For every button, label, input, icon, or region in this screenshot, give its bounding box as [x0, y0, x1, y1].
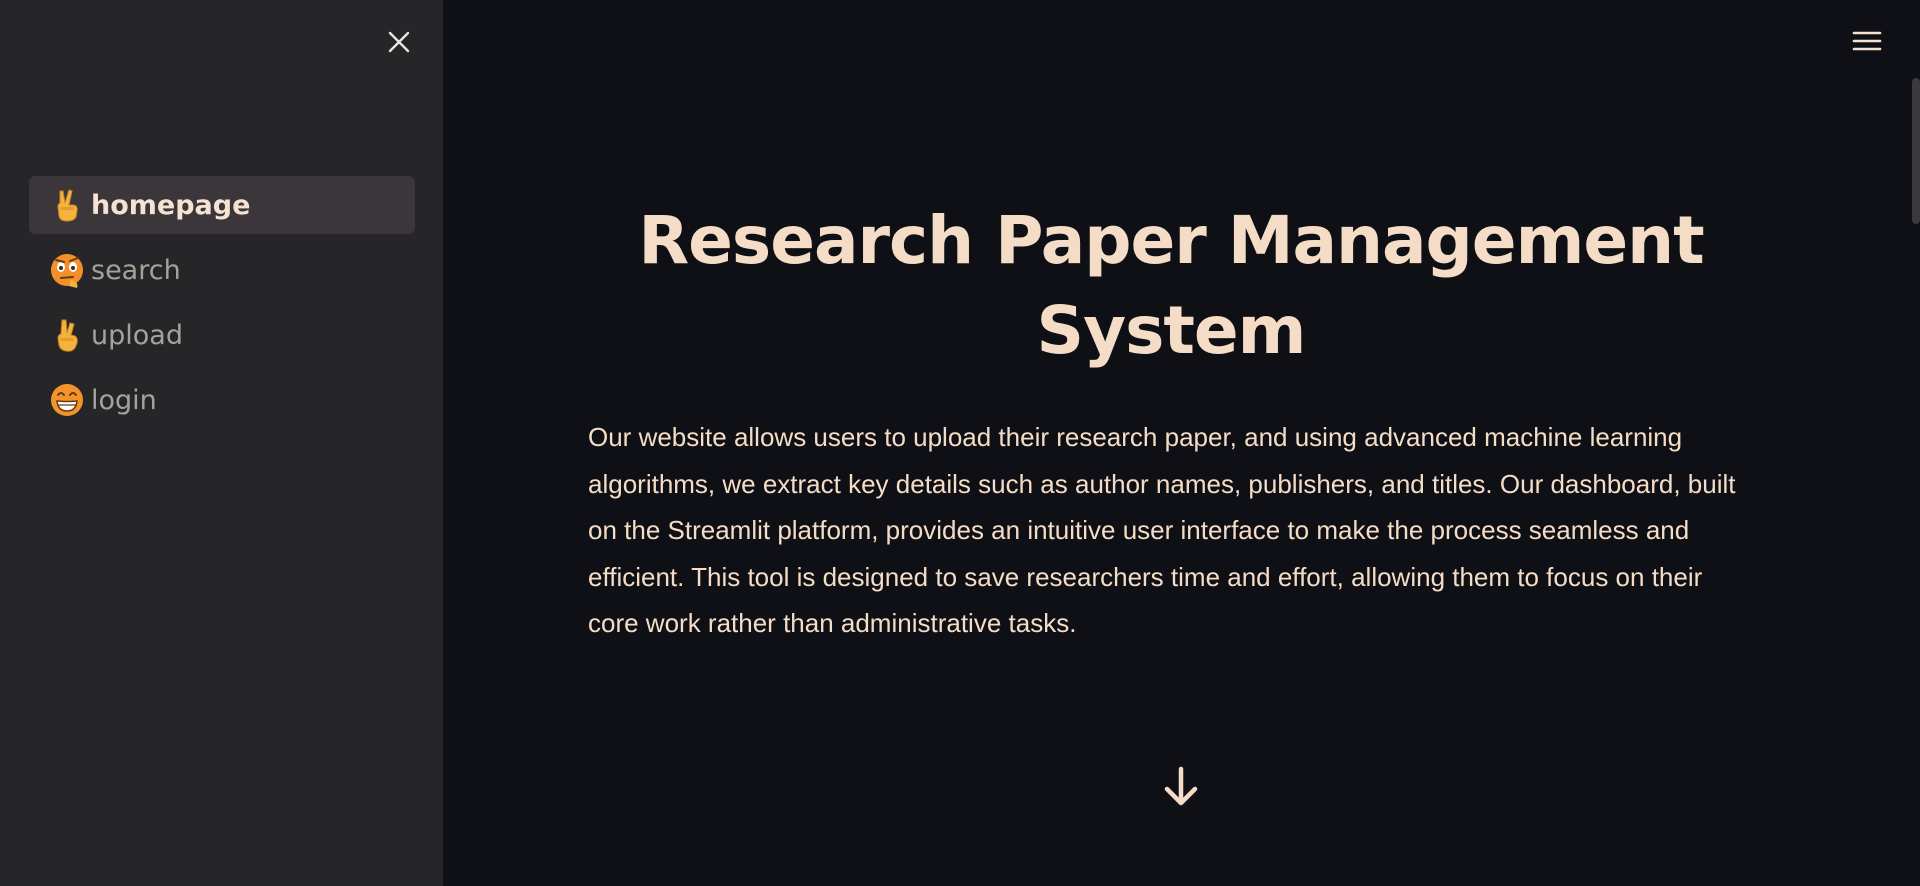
sidebar-item-label: login [91, 384, 157, 416]
close-icon [388, 31, 410, 53]
sidebar-item-search[interactable]: search [29, 241, 415, 299]
grinning-face-icon [49, 382, 85, 418]
sidebar: homepage search upload login [0, 0, 443, 886]
content-block: Research Paper Management System Our web… [588, 196, 1754, 647]
close-sidebar-button[interactable] [383, 26, 415, 58]
arrow-down-icon [1164, 766, 1198, 806]
victory-hand-icon [49, 187, 85, 223]
main-menu-button[interactable] [1850, 24, 1884, 58]
main-content: Research Paper Management System Our web… [443, 0, 1920, 886]
sidebar-item-label: upload [91, 319, 183, 351]
raised-eyebrow-face-icon [49, 252, 85, 288]
sidebar-item-homepage[interactable]: homepage [29, 176, 415, 234]
sidebar-item-label: search [91, 254, 181, 286]
crossed-fingers-icon [49, 317, 85, 353]
page-title: Research Paper Management System [638, 202, 1704, 369]
hamburger-menu-icon [1852, 31, 1882, 51]
app-root: homepage search upload login Research Pa… [0, 0, 1920, 886]
sidebar-item-label: homepage [91, 189, 251, 221]
scroll-down-button[interactable] [1156, 762, 1206, 812]
sidebar-nav: homepage search upload login [29, 176, 415, 436]
scrollbar-thumb[interactable] [1912, 78, 1920, 224]
sidebar-item-login[interactable]: login [29, 371, 415, 429]
page-description: Our website allows users to upload their… [588, 422, 1736, 638]
sidebar-item-upload[interactable]: upload [29, 306, 415, 364]
